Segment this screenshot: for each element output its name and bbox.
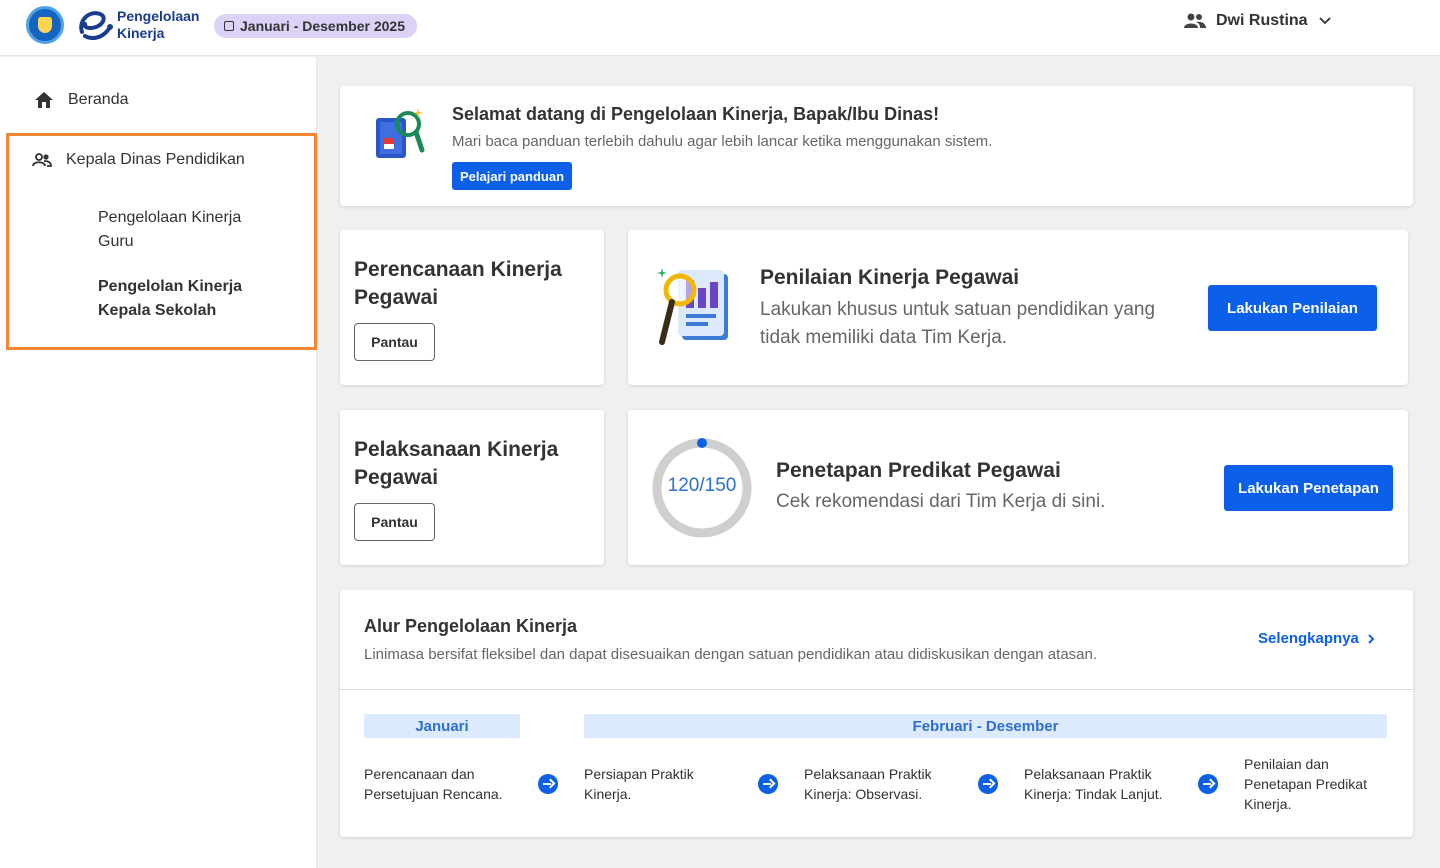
assessment-card: Penilaian Kinerja Pegawai Lakukan khusus… bbox=[628, 230, 1408, 385]
workflow-step: Perencanaan dan Persetujuan Rencana. bbox=[364, 766, 503, 802]
welcome-card: Selamat datang di Pengelolaan Kinerja, B… bbox=[340, 86, 1413, 206]
government-logo-icon bbox=[26, 6, 64, 44]
user-menu[interactable]: Dwi Rustina bbox=[1184, 12, 1332, 30]
user-name: Dwi Rustina bbox=[1216, 12, 1308, 29]
chevron-right-icon bbox=[1368, 633, 1375, 644]
welcome-title: Selamat datang di Pengelolaan Kinerja, B… bbox=[452, 104, 940, 124]
planning-card: Perencanaan Kinerja Pegawai Pantau bbox=[340, 230, 604, 385]
execution-title: Pelaksanaan Kinerja Pegawai bbox=[354, 438, 559, 489]
users-icon bbox=[1184, 13, 1206, 28]
calendar-icon bbox=[224, 21, 234, 31]
app-name-line1: Pengelolaan bbox=[117, 8, 200, 24]
workflow-step: Pelaksanaan Praktik Kinerja: Tindak Lanj… bbox=[1024, 766, 1163, 802]
chevron-down-icon bbox=[1318, 17, 1331, 25]
users-icon bbox=[32, 153, 52, 167]
sidebar-group-kepala-dinas[interactable]: Kepala Dinas Pendidikan bbox=[32, 151, 245, 169]
period-badge: Januari - Desember 2025 bbox=[214, 14, 417, 38]
progress-count: 120/150 bbox=[667, 475, 737, 496]
app-logo-icon bbox=[79, 11, 113, 40]
workflow-title: Alur Pengelolaan Kinerja bbox=[364, 616, 578, 636]
workflow-step: Penilaian dan Penetapan Predikat Kinerja… bbox=[1244, 756, 1367, 812]
assessment-title: Penilaian Kinerja Pegawai bbox=[760, 266, 1020, 289]
perform-assessment-button[interactable]: Lakukan Penilaian bbox=[1208, 285, 1377, 331]
sidebar: Beranda Kepala Dinas Pendidikan Pengelol… bbox=[0, 57, 317, 868]
predicate-title: Penetapan Predikat Pegawai bbox=[776, 459, 1061, 482]
report-magnifier-icon bbox=[657, 268, 728, 345]
app-name: Pengelolaan Kinerja bbox=[117, 8, 199, 42]
sidebar-item-kinerja-guru[interactable]: Pengelolaan Kinerja Guru bbox=[98, 206, 278, 254]
assessment-subtitle: Lakukan khusus untuk satuan pendidikan y… bbox=[760, 299, 1156, 348]
workflow-card: Alur Pengelolaan Kinerja Linimasa bersif… bbox=[340, 590, 1413, 837]
workflow-step: Pelaksanaan Praktik Kinerja: Observasi. bbox=[804, 766, 932, 802]
welcome-subtitle: Mari baca panduan terlebih dahulu agar l… bbox=[452, 133, 993, 150]
progress-ring-marker bbox=[697, 438, 707, 448]
sidebar-item-label: Beranda bbox=[68, 91, 129, 108]
monitor-planning-button[interactable]: Pantau bbox=[354, 323, 435, 361]
predicate-subtitle: Cek rekomendasi dari Tim Kerja di sini. bbox=[776, 491, 1106, 512]
sidebar-item-kinerja-kepala-sekolah[interactable]: Pengelolan Kinerja Kepala Sekolah bbox=[98, 275, 278, 323]
sidebar-item-beranda[interactable]: Beranda bbox=[34, 91, 129, 109]
arrow-right-icon bbox=[758, 774, 778, 794]
sidebar-group-label: Kepala Dinas Pendidikan bbox=[66, 151, 245, 168]
arrow-right-icon bbox=[538, 774, 558, 794]
divider bbox=[340, 689, 1413, 690]
see-more-label: Selengkapnya bbox=[1258, 630, 1359, 647]
see-more-link[interactable]: Selengkapnya bbox=[1258, 630, 1375, 647]
top-header: Pengelolaan Kinerja Januari - Desember 2… bbox=[0, 0, 1440, 56]
perform-determination-button[interactable]: Lakukan Penetapan bbox=[1224, 465, 1393, 511]
period-february-december: Februari - Desember bbox=[584, 714, 1387, 738]
learn-guide-button[interactable]: Pelajari panduan bbox=[452, 162, 573, 190]
guide-book-icon bbox=[376, 108, 425, 158]
arrow-right-icon bbox=[978, 774, 998, 794]
arrow-right-icon bbox=[1198, 774, 1218, 794]
monitor-execution-button[interactable]: Pantau bbox=[354, 503, 435, 541]
app-name-line2: Kinerja bbox=[117, 25, 165, 41]
predicate-card: 120/150 Penetapan Predikat Pegawai Cek r… bbox=[628, 410, 1408, 565]
period-badge-label: Januari - Desember 2025 bbox=[240, 18, 405, 34]
home-icon bbox=[35, 92, 53, 108]
workflow-subtitle: Linimasa bersifat fleksibel dan dapat di… bbox=[364, 646, 1098, 663]
execution-card: Pelaksanaan Kinerja Pegawai Pantau bbox=[340, 410, 604, 565]
period-january: Januari bbox=[364, 714, 520, 738]
workflow-step: Persiapan Praktik Kinerja. bbox=[584, 766, 694, 802]
planning-title: Perencanaan Kinerja Pegawai bbox=[354, 258, 562, 309]
